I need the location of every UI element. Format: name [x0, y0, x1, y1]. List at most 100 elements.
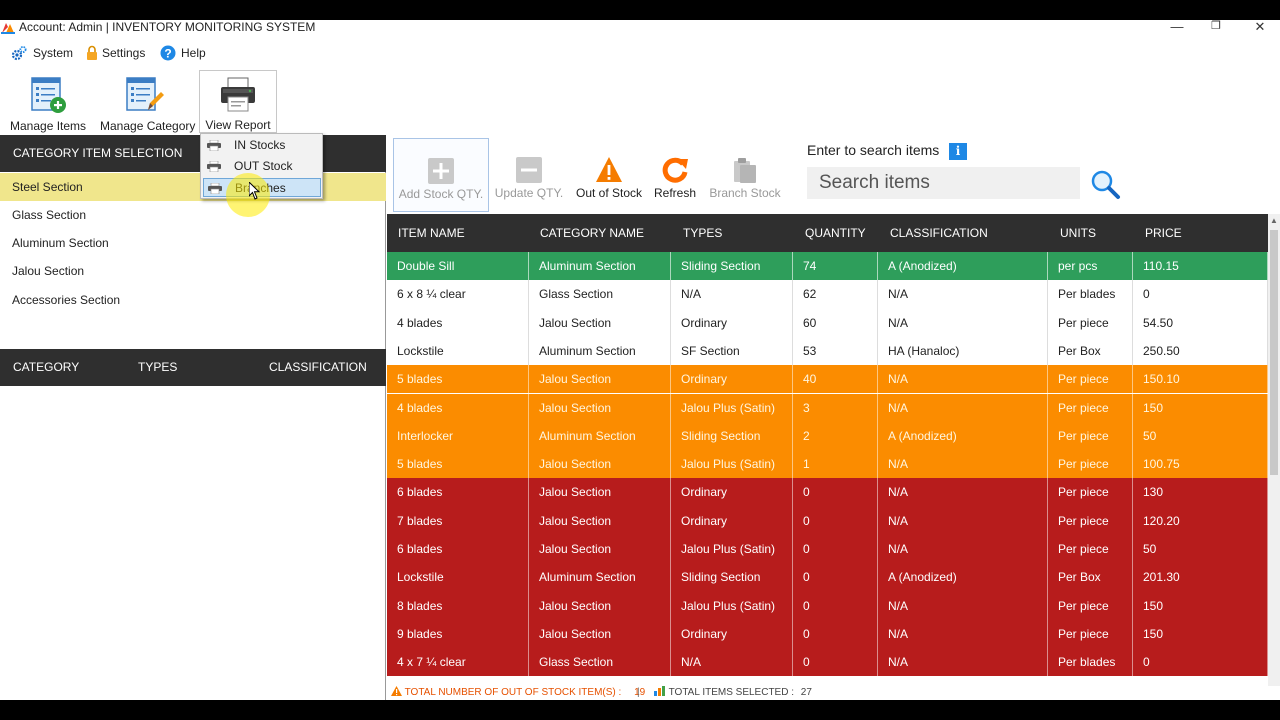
table-row[interactable]: Double Sill Aluminum Section Sliding Secti… [387, 252, 1268, 281]
table-cell: 120.20 [1133, 506, 1268, 535]
column-item-name[interactable]: ITEM NAME [398, 214, 465, 252]
table-cell: 5 blades [387, 450, 529, 479]
table-cell: Sliding Section [671, 252, 793, 281]
status-separator: | [637, 687, 640, 698]
table-cell: 4 blades [387, 308, 529, 337]
category-panel: CATEGORY ITEM SELECTION Steel Section Gl… [0, 135, 386, 700]
mouse-pointer-icon [249, 182, 261, 200]
add-stock-button[interactable]: Add Stock QTY. [393, 138, 489, 212]
manage-items-button[interactable]: Manage Items [10, 70, 86, 133]
table-cell: Per piece [1048, 393, 1133, 422]
list-add-icon [31, 77, 66, 113]
column-units[interactable]: UNITS [1060, 214, 1096, 252]
search-input[interactable] [807, 167, 1080, 199]
menu-item-in-stocks-label: IN Stocks [234, 138, 286, 152]
table-row[interactable]: 4 blades Jalou Section Ordinary 60 N/A Per pi… [387, 308, 1268, 337]
minimize-button[interactable]: — [1167, 20, 1187, 35]
clipboard-icon [734, 158, 756, 183]
view-report-button[interactable]: View Report [199, 70, 277, 133]
table-cell: 0 [793, 591, 878, 620]
table-cell: Ordinary [671, 506, 793, 535]
column-types[interactable]: TYPES [138, 349, 177, 386]
restore-button[interactable]: ❐ [1206, 20, 1226, 35]
search-icon[interactable] [1089, 168, 1121, 200]
column-category[interactable]: CATEGORY [13, 349, 79, 386]
menu-system[interactable]: System [11, 42, 76, 64]
table-row[interactable]: 4 blades Jalou Section Jalou Plus (Satin) 3… [387, 393, 1268, 422]
info-icon[interactable]: i [949, 143, 967, 160]
column-category-name[interactable]: CATEGORY NAME [540, 214, 644, 252]
category-item-aluminum[interactable]: Aluminum Section [0, 229, 386, 257]
table-row[interactable]: Interlocker Aluminum Section Sliding Secti… [387, 421, 1268, 451]
manage-category-button[interactable]: Manage Category [100, 70, 196, 133]
table-cell: Per piece [1048, 421, 1133, 451]
table-cell: 3 [793, 393, 878, 422]
report-dropdown-menu: IN Stocks OUT Stock Branches [200, 133, 323, 199]
column-quantity[interactable]: QUANTITY [805, 214, 866, 252]
branch-stock-label: Branch Stock [709, 186, 781, 200]
table-cell: 0 [793, 535, 878, 564]
table-row[interactable]: 8 blades Jalou Section Jalou Plus (Satin) 0… [387, 591, 1268, 620]
table-row[interactable]: 6 x 8 ¼ clear Glass Section N/A 62 N/A Per bl… [387, 280, 1268, 309]
table-row[interactable]: 7 blades Jalou Section Ordinary 0 N/A Per pie… [387, 506, 1268, 535]
table-cell: 150 [1133, 619, 1268, 649]
table-cell: per pcs [1048, 252, 1133, 281]
add-stock-label: Add Stock QTY. [398, 187, 484, 201]
table-cell: Per piece [1048, 619, 1133, 649]
menu-help[interactable]: ? Help [160, 42, 210, 64]
table-row[interactable]: 6 blades Jalou Section Jalou Plus (Satin) 0… [387, 535, 1268, 564]
column-classification[interactable]: CLASSIFICATION [269, 349, 367, 386]
category-item-steel[interactable]: Steel Section [0, 173, 386, 201]
refresh-button[interactable]: Refresh [650, 138, 700, 212]
table-cell: Ordinary [671, 308, 793, 337]
table-cell: Per piece [1048, 450, 1133, 479]
table-row[interactable]: Lockstile Aluminum Section SF Section 53 HA … [387, 336, 1268, 366]
table-row[interactable]: 9 blades Jalou Section Ordinary 0 N/A Per pie… [387, 619, 1268, 649]
table-row[interactable]: 5 blades Jalou Section Ordinary 40 N/A Per pi… [387, 365, 1268, 394]
table-row[interactable]: 6 blades Jalou Section Ordinary 0 N/A Per pie… [387, 478, 1268, 507]
category-item-jalou[interactable]: Jalou Section [0, 257, 386, 285]
table-cell: 1 [793, 450, 878, 479]
table-row[interactable]: 4 x 7 ¼ clear Glass Section N/A 0 N/A Per bla… [387, 648, 1268, 677]
table-cell: A (Anodized) [878, 421, 1048, 451]
table-cell: 0 [1133, 648, 1268, 677]
menu-item-in-stocks[interactable]: IN Stocks [203, 136, 321, 155]
table-row[interactable]: Lockstile Aluminum Section Sliding Section… [387, 563, 1268, 592]
table-scrollbar[interactable]: ▲ ▼ [1268, 214, 1280, 700]
table-cell: 0 [793, 648, 878, 677]
table-cell: 4 x 7 ¼ clear [387, 648, 529, 677]
table-cell: Jalou Section [529, 535, 671, 564]
manage-items-label: Manage Items [10, 119, 87, 133]
table-row[interactable]: 5 blades Jalou Section Jalou Plus (Satin) 1… [387, 450, 1268, 479]
category-selection-header: CATEGORY ITEM SELECTION [0, 135, 386, 172]
table-cell: Aluminum Section [529, 421, 671, 451]
manage-category-label: Manage Category [100, 119, 196, 133]
table-cell: N/A [878, 648, 1048, 677]
out-of-stock-button[interactable]: Out of Stock [570, 138, 648, 212]
warning-icon [391, 686, 402, 696]
scroll-up-arrow[interactable]: ▲ [1268, 214, 1280, 228]
menu-item-out-stock[interactable]: OUT Stock [203, 157, 321, 176]
table-cell: 8 blades [387, 591, 529, 620]
table-cell: 60 [793, 308, 878, 337]
table-cell: N/A [671, 280, 793, 309]
update-qty-button[interactable]: Update QTY. [491, 138, 567, 212]
table-cell: 9 blades [387, 619, 529, 649]
column-price[interactable]: PRICE [1145, 214, 1182, 252]
menu-settings[interactable]: Settings [86, 42, 150, 64]
menu-item-branches[interactable]: Branches [203, 178, 321, 197]
scroll-thumb[interactable] [1270, 230, 1278, 475]
close-button[interactable]: ✕ [1250, 20, 1270, 35]
table-cell: N/A [878, 478, 1048, 507]
category-item-glass[interactable]: Glass Section [0, 201, 386, 229]
branch-stock-button[interactable]: Branch Stock [705, 138, 785, 212]
table-cell: 0 [793, 619, 878, 649]
table-cell: 201.30 [1133, 563, 1268, 592]
table-cell: N/A [878, 280, 1048, 309]
category-item-accessories[interactable]: Accessories Section [0, 286, 386, 314]
lock-icon [87, 45, 97, 60]
column-types[interactable]: TYPES [683, 214, 722, 252]
table-cell: Ordinary [671, 619, 793, 649]
table-cell: Glass Section [529, 648, 671, 677]
column-classification[interactable]: CLASSIFICATION [890, 214, 988, 252]
